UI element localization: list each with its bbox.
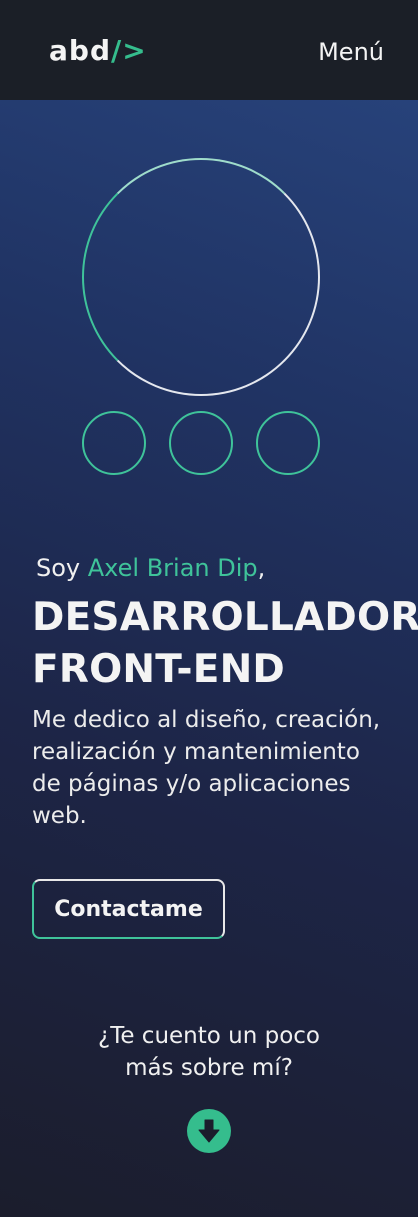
gallery-thumbnail-1[interactable]: [82, 411, 146, 475]
gallery-thumbnail-3[interactable]: [256, 411, 320, 475]
profile-image-placeholder: [82, 158, 320, 396]
role-title: DESARROLLADOR FRONT-END: [32, 592, 418, 696]
logo[interactable]: abd/>: [49, 33, 147, 69]
menu-button[interactable]: Menú: [318, 37, 384, 67]
role-title-line-2: FRONT-END: [32, 647, 285, 692]
gallery-thumbnail-2[interactable]: [169, 411, 233, 475]
arrow-down-circle-icon: [198, 1119, 220, 1143]
about-prompt-line-2: más sobre mí?: [125, 1055, 293, 1081]
about-prompt-line-1: ¿Te cuento un poco: [97, 1023, 320, 1049]
site-header: abd/> Menú: [0, 0, 418, 100]
logo-text: abd: [49, 34, 111, 67]
scroll-down-button[interactable]: [187, 1109, 231, 1153]
intro-prefix: Soy: [36, 554, 88, 582]
role-title-line-1: DESARROLLADOR: [32, 595, 418, 640]
intro-suffix: ,: [257, 554, 266, 582]
role-description: Me dedico al diseño, creación, realizaci…: [32, 707, 381, 829]
intro-text: Soy Axel Brian Dip,: [36, 552, 265, 584]
about-prompt: ¿Te cuento un poco más sobre mí?: [0, 1020, 418, 1084]
developer-name: Axel Brian Dip: [87, 554, 258, 582]
contact-button[interactable]: Contactame: [32, 879, 225, 939]
logo-accent: />: [110, 34, 147, 67]
hero-section: Soy Axel Brian Dip, DESARROLLADOR FRONT-…: [0, 100, 418, 1217]
